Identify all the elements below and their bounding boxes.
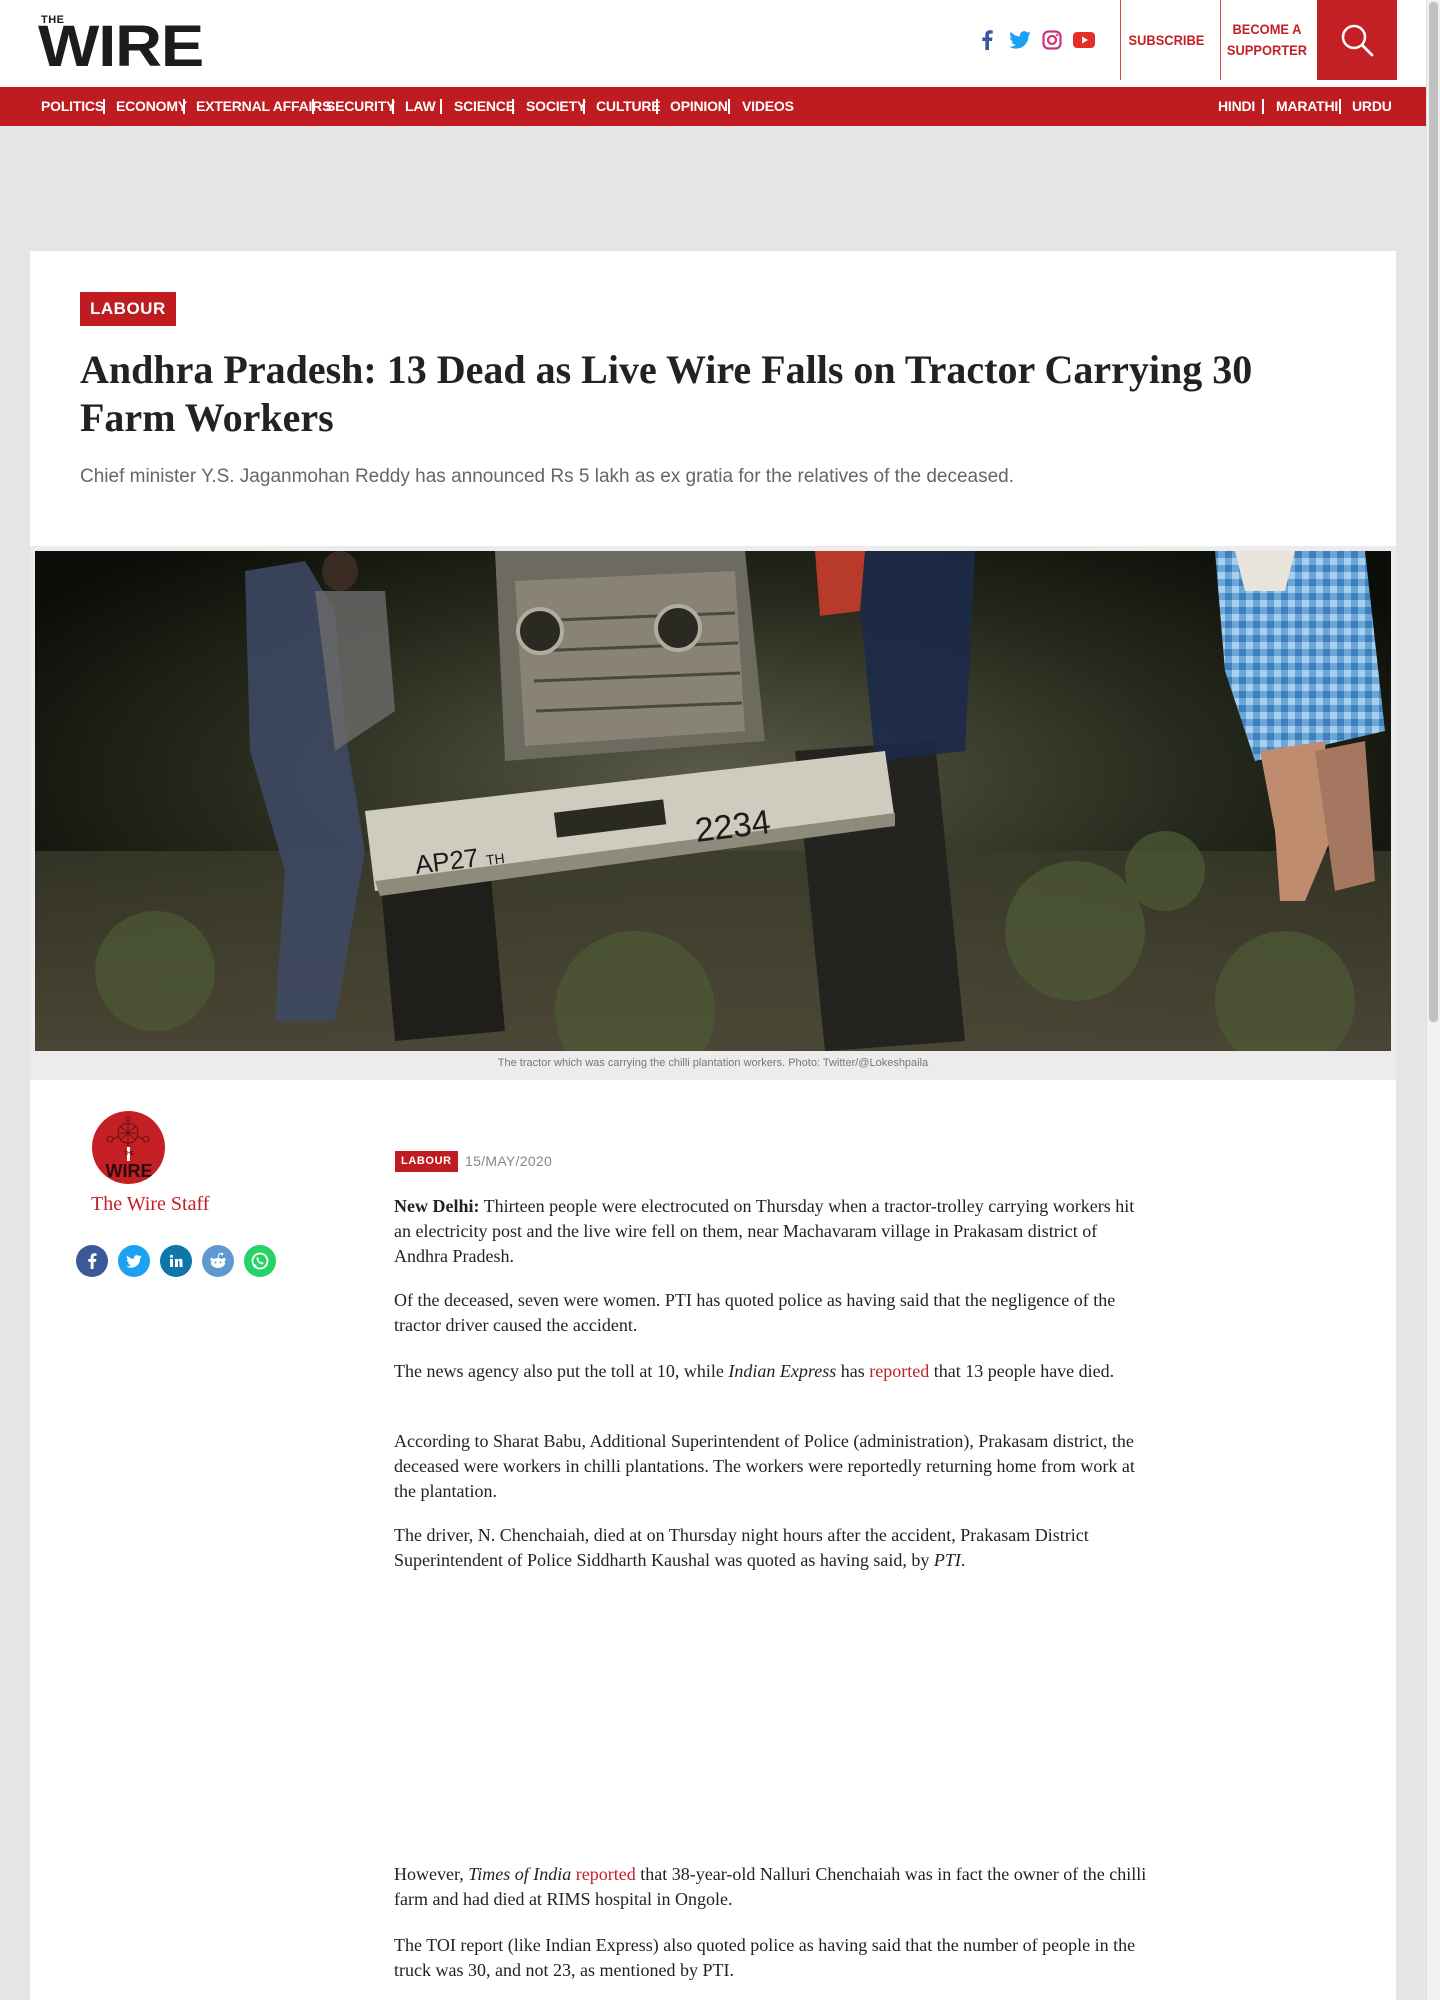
supporter-line-1: BECOME A (1232, 21, 1302, 37)
photo-caption: The tractor which was carrying the chill… (497, 1057, 929, 1069)
twitter-icon[interactable] (1007, 28, 1033, 52)
article-paragraph: The driver, N. Chenchaiah, died at on Th… (394, 1523, 1154, 1573)
share-linkedin-icon[interactable] (160, 1245, 192, 1277)
nav-videos[interactable]: VIDEOS (742, 87, 794, 126)
scrollbar-thumb[interactable] (1429, 2, 1438, 1022)
article-paragraph: Of the deceased, seven were women. PTI h… (394, 1290, 1116, 1335)
article-paragraph: New Delhi: Thirteen people were electroc… (394, 1194, 1154, 1269)
supporter-label: BECOME A SUPPORTER (1227, 19, 1307, 61)
nav-security[interactable]: SECURITY (326, 87, 395, 126)
paragraph-text: . (960, 1550, 966, 1570)
paragraph-text: The news agency also put the toll at 10,… (394, 1361, 729, 1381)
reported-link[interactable]: reported (869, 1361, 929, 1381)
nav-separator (1262, 99, 1264, 114)
share-reddit-icon[interactable] (202, 1245, 234, 1277)
nav-lang-hindi[interactable]: HINDI (1218, 87, 1255, 126)
publish-date: 15/MAY/2020 (465, 1153, 553, 1169)
paragraph-text: Thirteen people were electrocuted on Thu… (394, 1196, 1135, 1266)
nav-separator (183, 99, 185, 114)
avatar-small-text: THE (124, 1151, 135, 1157)
page-scrollbar[interactable] (1426, 0, 1440, 2000)
nav-law[interactable]: LAW (405, 87, 436, 126)
article-paragraph: However, Times of India reported that 38… (394, 1862, 1154, 1912)
article-paragraph: The TOI report (like Indian Express) als… (394, 1935, 1136, 1980)
nav-opinion[interactable]: OPINION (670, 87, 728, 126)
main-nav: POLITICS ECONOMY EXTERNAL AFFAIRS SECURI… (0, 87, 1426, 126)
nav-politics[interactable]: POLITICS (41, 87, 104, 126)
paragraph-text: has (836, 1361, 870, 1381)
nav-lang-urdu[interactable]: URDU (1352, 87, 1392, 126)
become-supporter-link[interactable]: BECOME A SUPPORTER (1220, 0, 1313, 80)
hero-photo: AP27 TH 2234 (35, 551, 1391, 1051)
nav-culture[interactable]: CULTURE (596, 87, 661, 126)
article-dek: Chief minister Y.S. Jaganmohan Reddy has… (80, 466, 1015, 487)
site-logo[interactable]: THE WIRE (38, 14, 220, 79)
nav-science[interactable]: SCIENCE (454, 87, 515, 126)
nav-separator (103, 99, 105, 114)
nav-separator (656, 99, 658, 114)
subscribe-label: SUBSCRIBE (1128, 31, 1205, 48)
article-title: Andhra Pradesh: 13 Dead as Live Wire Fal… (80, 347, 1253, 440)
share-whatsapp-icon[interactable] (244, 1245, 276, 1277)
youtube-icon[interactable] (1071, 28, 1097, 52)
nav-separator (312, 99, 314, 114)
author-name[interactable]: The Wire Staff (91, 1193, 209, 1216)
paragraph-text: The driver, N. Chenchaiah, died at on Th… (394, 1525, 1089, 1570)
nav-lang-marathi[interactable]: MARATHI (1276, 87, 1338, 126)
nav-separator (392, 99, 394, 114)
article-paragraph: According to Sharat Babu, Additional Sup… (394, 1431, 1135, 1501)
nav-economy[interactable]: ECONOMY (116, 87, 187, 126)
reported-link[interactable]: reported (576, 1864, 636, 1884)
nav-separator (1339, 99, 1341, 114)
paragraph-text: that 13 people have died. (929, 1361, 1115, 1381)
nav-separator (440, 99, 442, 114)
instagram-icon[interactable] (1039, 28, 1065, 52)
logo-wire-text: WIRE (38, 14, 204, 79)
dateline: New Delhi: (394, 1196, 480, 1216)
meta-category-tag[interactable]: LABOUR (395, 1151, 458, 1172)
avatar-logo-text: WIRE (106, 1161, 153, 1181)
share-facebook-icon[interactable] (76, 1245, 108, 1277)
share-twitter-icon[interactable] (118, 1245, 150, 1277)
supporter-line-2: SUPPORTER (1226, 42, 1308, 58)
category-tag[interactable]: LABOUR (80, 292, 176, 326)
nav-separator (583, 99, 585, 114)
nav-external-affairs[interactable]: EXTERNAL AFFAIRS (196, 87, 331, 126)
search-icon (1341, 24, 1374, 57)
subscribe-link[interactable]: SUBSCRIBE (1120, 0, 1212, 80)
facebook-icon[interactable] (974, 28, 1000, 52)
nav-separator (512, 99, 514, 114)
plate-sub-text: TH (485, 850, 505, 868)
publication-name: Indian Express (728, 1361, 837, 1381)
nav-separator (728, 99, 730, 114)
site-header: THE WIRE SUBSCRIBE BECOME A SUPPORTER (0, 0, 1426, 87)
nav-society[interactable]: SOCIETY (526, 87, 586, 126)
publication-name: Times of India (468, 1864, 572, 1884)
article-paragraph: The news agency also put the toll at 10,… (394, 1359, 1154, 1384)
paragraph-text: However, (394, 1864, 469, 1884)
author-avatar[interactable]: THE WIRE (92, 1111, 165, 1184)
search-button[interactable] (1317, 0, 1397, 80)
publication-name: PTI (933, 1550, 961, 1570)
